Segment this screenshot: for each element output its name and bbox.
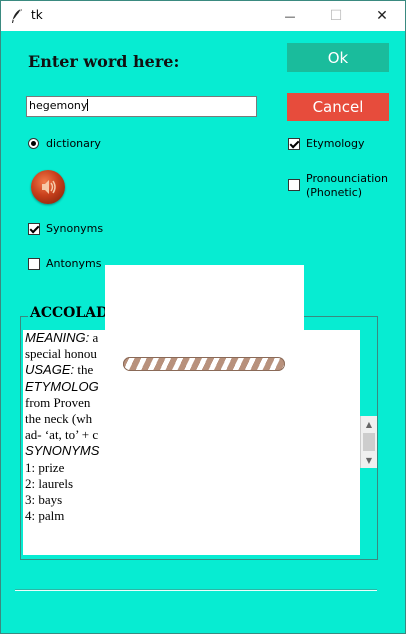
maximize-button[interactable]: ☐ [313,1,359,31]
minimize-icon: — [284,9,296,23]
result-scrollbar[interactable]: ▲ ▼ [360,416,377,468]
synonyms-checkbox[interactable]: Synonyms [28,222,103,235]
window-title: tk [31,8,43,22]
word-input-value: hegemony [29,99,88,112]
scroll-thumb[interactable] [363,433,375,451]
result-line-text: 4: palm [25,508,65,524]
etymology-checkbox[interactable]: Etymology [288,137,365,150]
result-line: 2: laurels [25,476,358,492]
result-word-title: ACCOLAD [28,305,111,321]
dictionary-label: dictionary [46,137,101,150]
result-line-text: ad- ‘at, to’ + c [25,427,99,443]
tk-feather-icon [12,8,22,23]
pronunciation-label-line2: (Phonetic) [306,186,363,199]
speaker-icon [42,180,56,194]
minimize-button[interactable]: — [267,1,313,31]
maximize-icon: ☐ [329,8,343,24]
close-button[interactable]: ✕ [359,1,405,31]
antonyms-checkbox[interactable]: Antonyms [28,257,101,270]
word-input[interactable]: hegemony [26,96,257,117]
title-bar[interactable]: tk — ☐ ✕ [1,1,405,31]
etymology-label: Etymology [306,137,365,150]
prompt-heading: Enter word here: [28,52,180,71]
result-line: 1: prize [25,460,358,476]
indeterminate-progress-bar [123,357,285,371]
ok-button[interactable]: Ok [287,43,389,72]
speaker-button[interactable] [31,170,65,204]
bottom-separator [15,590,377,591]
radio-selected-icon [28,138,39,149]
checkbox-checked-icon [288,137,300,150]
result-line-label: SYNONYMS [25,443,100,459]
checkbox-unchecked-icon [288,179,300,191]
scroll-down-arrow-icon[interactable]: ▼ [361,452,377,468]
result-line-label: USAGE: [25,362,75,378]
result-line-text: 2: laurels [25,475,74,491]
cancel-button[interactable]: Cancel [287,93,389,121]
pronunciation-label: Pronounciation (Phonetic) [306,172,388,200]
loading-panel [105,265,304,436]
dictionary-radio[interactable]: dictionary [28,137,101,150]
result-line-label: ETYMOLOG [25,378,99,394]
pronunciation-checkbox[interactable]: Pronounciation (Phonetic) [288,172,388,200]
text-caret [87,99,89,111]
result-line-text: 3: bays [25,492,63,508]
result-line-label: MEANING: [25,330,90,345]
pronunciation-label-line1: Pronounciation [306,172,389,185]
checkbox-checked-icon [28,222,40,235]
close-icon: ✕ [376,8,388,24]
result-line: 3: bays [25,492,358,508]
result-line: 4: palm [25,508,358,524]
scroll-up-arrow-icon[interactable]: ▲ [361,416,377,432]
checkbox-unchecked-icon [28,257,40,270]
antonyms-label: Antonyms [46,257,102,270]
result-line: SYNONYMS [25,443,358,459]
result-line-text: 1: prize [25,459,65,475]
synonyms-label: Synonyms [46,222,104,235]
result-line-text: a [89,330,99,345]
